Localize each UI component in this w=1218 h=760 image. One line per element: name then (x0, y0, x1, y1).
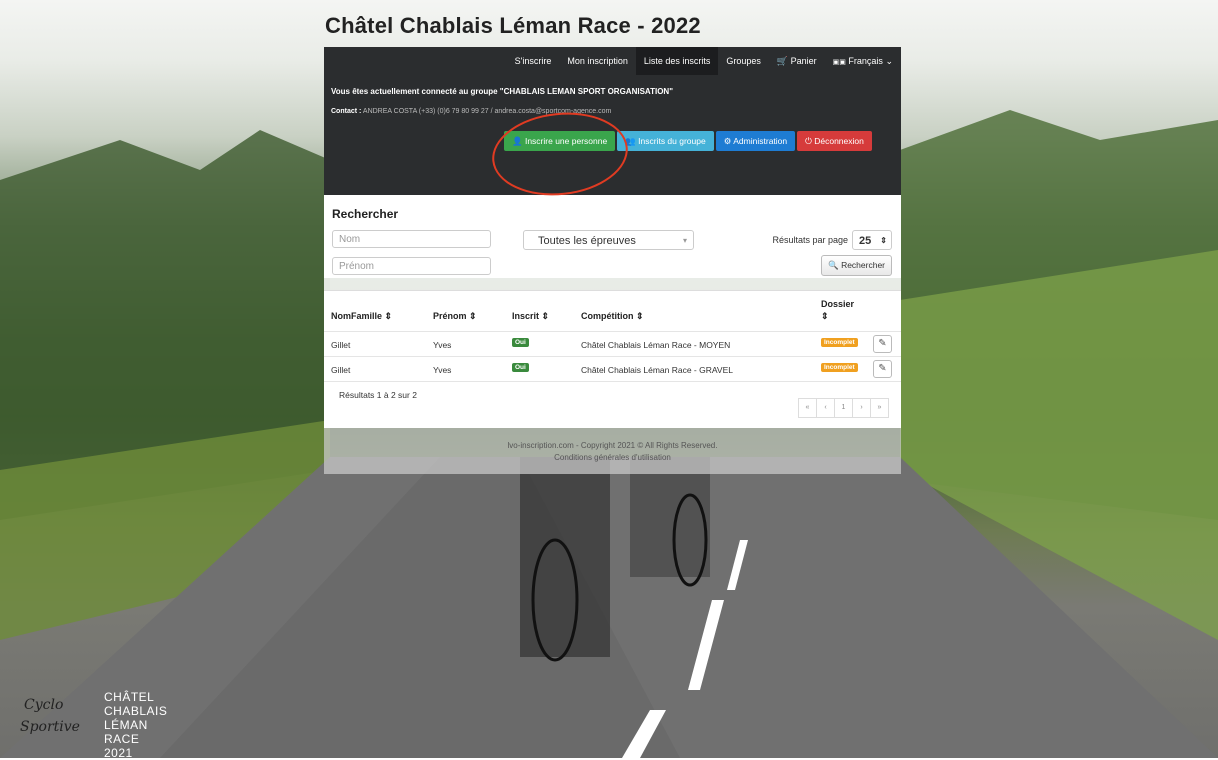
cart-icon: 🛒 (776, 56, 789, 66)
cell-nom: Gillet (331, 340, 351, 350)
flag-icon: ▣▣ (832, 59, 846, 66)
table-footer: Résultats 1 à 2 sur 2 « ‹ 1 › » (324, 381, 901, 428)
pager-next[interactable]: › (852, 398, 871, 418)
status-badge: Oui (512, 363, 529, 372)
nav-language[interactable]: ▣▣ Français ⌄ (825, 47, 901, 75)
logo-caps-line: CHÂTEL (104, 690, 155, 704)
results-per-page-value: 25 (859, 235, 872, 247)
logo-script-cyclo: Cyclo (24, 697, 64, 713)
nav-liste-des-inscrits[interactable]: Liste des inscrits (635, 47, 719, 75)
search-button[interactable]: 🔍 Rechercher (821, 255, 892, 276)
search-icon: 🔍 (828, 260, 839, 270)
logout-label: Déconnexion (814, 136, 864, 146)
cell-prenom: Yves (433, 365, 452, 375)
group-registrants-label: Inscrits du groupe (638, 136, 706, 146)
chevron-down-icon: ⌄ (885, 56, 893, 66)
power-icon: ⏻ (805, 136, 812, 146)
search-button-label: Rechercher (841, 260, 885, 270)
event-select-value: Toutes les épreuves (538, 235, 636, 247)
dossier-badge: Incomplet (821, 338, 858, 347)
dossier-badge: Incomplet (821, 363, 858, 372)
results-per-page-label: Résultats par page (772, 235, 848, 245)
copyright-text: lvo-inscription.com - Copyright 2021 © A… (507, 441, 718, 450)
col-nomfamille[interactable]: NomFamille ⇕ (331, 311, 392, 322)
top-nav: S'inscrire Mon inscription Liste des ins… (507, 47, 901, 75)
nav-groupes[interactable]: Groupes (718, 47, 769, 75)
col-dossier[interactable]: Dossier (821, 299, 854, 309)
results-per-page-select[interactable]: 25 ⇕ (852, 230, 892, 250)
nav-panier-label: Panier (790, 56, 817, 66)
main-panel: S'inscrire Mon inscription Liste des ins… (324, 47, 901, 474)
cell-competition: Châtel Chablais Léman Race - MOYEN (581, 340, 731, 350)
select-arrow-icon: ▾ (682, 236, 687, 245)
pencil-icon: ✎ (878, 338, 887, 349)
col-dossier-sort[interactable]: ⇕ (821, 311, 829, 322)
status-badge: Oui (512, 338, 529, 347)
table-header: NomFamille ⇕ Prénom ⇕ Inscrit ⇕ Compétit… (324, 290, 901, 332)
col-competition[interactable]: Compétition ⇕ (581, 311, 644, 322)
nav-panier[interactable]: 🛒 Panier (769, 47, 825, 75)
nav-mon-inscription[interactable]: Mon inscription (559, 47, 636, 75)
search-section: Rechercher Nom Prénom Toutes les épreuve… (324, 195, 901, 278)
logout-button[interactable]: ⏻ Déconnexion (797, 131, 872, 151)
pagination: « ‹ 1 › » (798, 398, 889, 418)
results-per-page: Résultats par page 25 ⇕ (772, 230, 892, 250)
logo-caps-line: CHABLAIS (104, 704, 168, 718)
nom-input[interactable]: Nom (332, 230, 491, 248)
col-inscrit[interactable]: Inscrit ⇕ (512, 311, 549, 322)
results-count: Résultats 1 à 2 sur 2 (339, 390, 417, 400)
nav-sinscrire[interactable]: S'inscrire (507, 47, 560, 75)
table-row: Gillet Yves Oui Châtel Chablais Léman Ra… (324, 356, 901, 382)
pager-prev[interactable]: ‹ (816, 398, 835, 418)
pencil-icon: ✎ (878, 363, 887, 374)
spacer (324, 278, 901, 290)
prenom-input[interactable]: Prénom (332, 257, 491, 275)
page-title: Châtel Chablais Léman Race - 2022 (325, 13, 701, 38)
col-prenom[interactable]: Prénom ⇕ (433, 311, 477, 322)
pager-last[interactable]: » (870, 398, 889, 418)
group-registrants-button[interactable]: 👥 Inscrits du groupe (617, 131, 714, 151)
search-heading: Rechercher (332, 207, 399, 221)
page-footer: lvo-inscription.com - Copyright 2021 © A… (324, 428, 901, 474)
edit-button[interactable]: ✎ (873, 360, 892, 378)
terms-link[interactable]: Conditions générales d'utilisation (324, 452, 901, 464)
table-row: Gillet Yves Oui Châtel Chablais Léman Ra… (324, 331, 901, 357)
administration-button[interactable]: ⚙ Administration (715, 131, 796, 151)
contact-label: Contact : (331, 108, 362, 115)
logo-caps-line: RACE 2021 (104, 732, 140, 760)
cell-nom: Gillet (331, 365, 351, 375)
pager-page-1[interactable]: 1 (834, 398, 853, 418)
results-table: NomFamille ⇕ Prénom ⇕ Inscrit ⇕ Compétit… (324, 290, 901, 428)
connected-group-text: Vous êtes actuellement connecté au group… (331, 87, 673, 96)
event-select[interactable]: Toutes les épreuves ▾ (523, 230, 694, 250)
language-label: Français (848, 56, 883, 66)
logo-caps-line: LÉMAN (104, 718, 148, 732)
cell-prenom: Yves (433, 340, 452, 350)
pager-first[interactable]: « (798, 398, 817, 418)
edit-button[interactable]: ✎ (873, 335, 892, 353)
administration-label: Administration (733, 136, 788, 146)
stepper-icon: ⇕ (880, 236, 887, 245)
gear-icon: ⚙ (723, 136, 732, 146)
logo-script-sportive: Sportive (20, 719, 80, 735)
logo-caps: CHÂTEL CHABLAIS LÉMAN RACE 2021 (104, 690, 167, 760)
cell-competition: Châtel Chablais Léman Race - GRAVEL (581, 365, 733, 375)
